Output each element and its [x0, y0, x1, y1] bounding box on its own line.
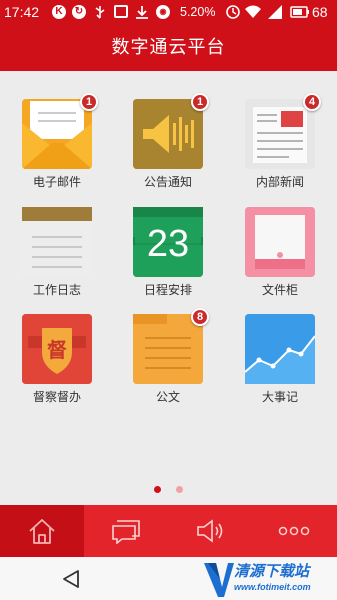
envelope-icon: 1	[22, 93, 98, 169]
sync-icon: ↻	[72, 5, 86, 19]
page-indicator	[0, 478, 337, 493]
page-title: 数字通云平台	[0, 25, 337, 71]
supervision-glyph: 督	[47, 338, 67, 362]
image-icon	[114, 5, 128, 18]
watermark-url: www.fotimeit.com	[234, 582, 311, 592]
page-dot-active[interactable]	[153, 486, 161, 493]
app-label: 内部新闻	[255, 175, 304, 189]
alarm-icon	[226, 5, 240, 19]
site-watermark-logo: 清源下载站 www.fotimeit.com	[196, 557, 337, 600]
tab-home[interactable]	[0, 505, 84, 557]
line-chart-icon	[245, 314, 315, 384]
download-icon	[136, 6, 148, 19]
k-app-icon: K	[52, 5, 66, 19]
app-label: 督察督办	[32, 390, 81, 404]
app-label: 大事记	[261, 390, 298, 404]
supervision-icon: 督	[22, 314, 92, 384]
app-tile-cabinet[interactable]: 文件柜	[230, 207, 330, 298]
app-label: 文件柜	[261, 283, 298, 297]
tab-broadcast[interactable]	[168, 505, 252, 557]
app-tile-documents[interactable]: 8 公文	[118, 308, 218, 405]
back-icon[interactable]	[60, 568, 82, 590]
app-label: 公告通知	[143, 175, 192, 189]
app-tile-worklog[interactable]: 工作日志	[7, 207, 107, 298]
status-bar: 17:42 K ↻ ◉ 5.20% 68	[0, 0, 337, 25]
app-label: 公文	[155, 390, 180, 404]
app-tile-schedule[interactable]: 23 日程安排	[118, 207, 218, 298]
tab-bar	[0, 505, 337, 557]
page-dot[interactable]	[176, 486, 184, 493]
speaker-icon	[197, 519, 223, 543]
unread-badge: 8	[191, 308, 209, 326]
tab-messages[interactable]	[84, 505, 168, 557]
app-label: 日程安排	[143, 283, 192, 297]
app-tile-milestones[interactable]: 大事记	[230, 314, 330, 405]
notebook-icon	[22, 207, 92, 277]
signal-icon	[268, 5, 282, 19]
app-grid: 1 电子邮件 1 公告通知 4 内部新闻 工作日志 23 日程安排 文件柜 督 …	[0, 71, 337, 505]
status-time: 17:42	[4, 4, 40, 20]
battery-percent-text: 5.20%	[180, 5, 216, 19]
folder-icon: 8	[133, 308, 209, 384]
unread-badge: 1	[191, 93, 209, 111]
app-label: 工作日志	[32, 283, 81, 297]
app-tile-email[interactable]: 1 电子邮件	[7, 93, 107, 190]
chat-icon	[112, 520, 140, 544]
app-icon: ◉	[156, 5, 170, 19]
tab-more[interactable]	[252, 505, 336, 557]
watermark-title: 清源下载站	[234, 562, 310, 580]
home-icon	[29, 519, 55, 544]
app-tile-news[interactable]: 4 内部新闻	[230, 93, 330, 190]
battery-level: 68	[312, 4, 328, 20]
wifi-icon	[245, 5, 261, 18]
app-tile-supervision[interactable]: 督 督察督办	[7, 314, 107, 405]
file-cabinet-icon	[245, 207, 315, 277]
app-tile-announcement[interactable]: 1 公告通知	[118, 93, 218, 190]
app-label: 电子邮件	[32, 175, 81, 189]
calendar-icon: 23	[133, 207, 203, 277]
more-icon	[278, 526, 310, 536]
usb-icon	[95, 6, 105, 19]
newspaper-icon: 4	[245, 93, 321, 169]
unread-badge: 4	[303, 93, 321, 111]
calendar-day: 23	[146, 223, 190, 265]
unread-badge: 1	[80, 93, 98, 111]
announcement-icon: 1	[133, 93, 209, 169]
battery-icon	[290, 6, 309, 18]
